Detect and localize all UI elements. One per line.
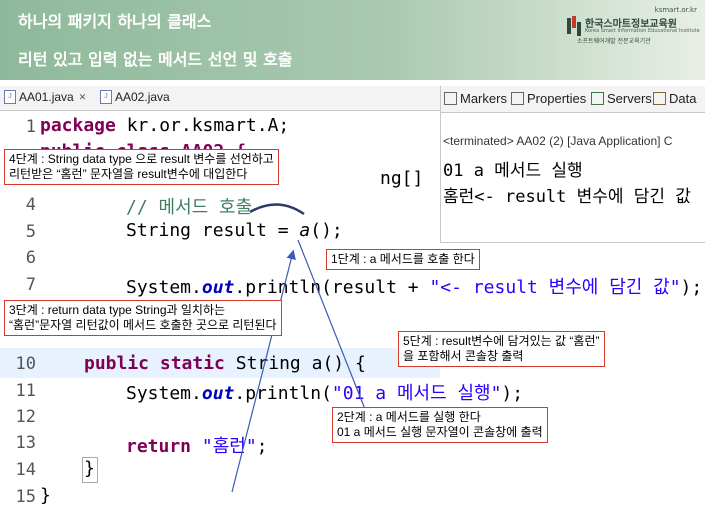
markers-icon	[444, 92, 457, 105]
note-step3: 3단계 : return data type String과 일치하는 “홈런”…	[4, 300, 282, 336]
code-token: System.	[126, 277, 202, 298]
line-number: 13	[15, 433, 36, 453]
code-token: package	[40, 115, 116, 136]
line-number: 12	[15, 407, 36, 427]
code-string: "01 a 메서드 실행"	[331, 383, 502, 404]
code-token: a	[299, 220, 311, 241]
code-token: return	[126, 436, 192, 457]
tab-label: Markers	[460, 91, 507, 106]
code-token: );	[680, 277, 703, 298]
note-text: 을 포함해서 콘솔창 출력	[403, 349, 524, 363]
code-token: out	[201, 383, 235, 404]
line-number: 7	[25, 275, 36, 295]
tab-label: Properties	[527, 91, 587, 106]
tab-properties[interactable]: Properties	[511, 91, 586, 106]
line-number: 1	[25, 117, 36, 137]
code-line-4: // 메서드 호출	[126, 193, 252, 219]
logo-subtitle: Korea Smart Information Educational Inst…	[585, 28, 700, 34]
java-file-icon: J	[4, 90, 16, 104]
note-step1: 1단계 : a 메서드를 호출 한다	[326, 249, 480, 270]
line-number: 11	[15, 381, 36, 401]
code-token: kr.or.ksmart.A;	[115, 115, 290, 136]
tab-label: AA01.java	[19, 90, 74, 104]
console-output-line: 01 a 메서드 실행	[443, 161, 583, 181]
note-text: 4단계 : String data type 으로 result 변수를 선언하…	[9, 152, 274, 166]
tab-label: Data	[669, 91, 697, 106]
terminated-status: <terminated> AA02 (2) [Java Application]…	[443, 134, 673, 148]
slide-title-line2: 리턴 있고 입력 없는 메서드 선언 및 호출	[18, 50, 293, 69]
line-number: 14	[15, 460, 36, 480]
bracket-match-box	[82, 457, 98, 483]
code-token: =	[266, 220, 300, 241]
code-token: ;	[256, 436, 268, 457]
tab-markers[interactable]: Markers	[444, 91, 507, 106]
note-text: “홈런”문자열 리턴값이 메서드 호출한 곳으로 리턴된다	[9, 318, 277, 332]
note-text: 5단계 : result변수에 담겨있는 값 “홈런”	[403, 334, 600, 348]
code-token: ();	[310, 220, 343, 241]
code-line-3-tail: ng[]	[380, 168, 423, 189]
code-line-7: System.out.println(result + "<- result 변…	[126, 273, 702, 299]
code-line-5: String result = a();	[126, 220, 343, 241]
note-text: 2단계 : a 메서드를 실행 한다	[337, 410, 481, 424]
code-token: }	[40, 485, 51, 506]
properties-icon	[511, 92, 524, 105]
tab-label: Servers	[607, 91, 652, 106]
tab-aa01[interactable]: J AA01.java ✕	[4, 90, 86, 104]
code-line-10: public static String a() {	[84, 353, 366, 374]
slide-title-line1: 하나의 패키지 하나의 클래스	[18, 12, 212, 31]
code-token: String	[126, 220, 202, 241]
tab-data[interactable]: Data	[653, 91, 696, 106]
code-token: public	[84, 353, 150, 374]
code-line-13: return "홈런";	[126, 432, 268, 458]
note-text: 리턴받은 “홈런” 문자열을 result변수에 대입한다	[9, 167, 248, 181]
tab-aa02[interactable]: J AA02.java	[100, 90, 170, 104]
line-number: 4	[25, 195, 36, 215]
close-icon[interactable]: ✕	[79, 92, 87, 103]
console-panel: Markers Properties Servers Data <termina…	[440, 86, 705, 243]
code-token: result	[331, 277, 397, 298]
console-tab-bar: Markers Properties Servers Data	[441, 86, 705, 113]
code-line-1: package kr.or.ksmart.A;	[40, 115, 289, 136]
servers-icon	[591, 92, 604, 105]
slide-header: 하나의 패키지 하나의 클래스 리턴 있고 입력 없는 메서드 선언 및 호출 …	[0, 0, 705, 80]
line-number: 10	[15, 354, 36, 374]
code-token: +	[396, 277, 430, 298]
java-file-icon: J	[100, 90, 112, 104]
note-text: 3단계 : return data type String과 일치하는	[9, 303, 226, 317]
note-text: 1단계 : a 메서드를 호출 한다	[331, 252, 475, 266]
logo-mark-icon	[567, 16, 581, 36]
editor-tab-bar: J AA01.java ✕ J AA02.java	[0, 86, 440, 111]
tab-servers[interactable]: Servers	[591, 91, 652, 106]
code-string: "홈런"	[201, 436, 257, 457]
code-token: out	[201, 277, 235, 298]
code-token: System.	[126, 383, 202, 404]
note-step4: 4단계 : String data type 으로 result 변수를 선언하…	[4, 149, 279, 185]
code-line-11: System.out.println("01 a 메서드 실행");	[126, 379, 523, 405]
note-step2: 2단계 : a 메서드를 실행 한다 01 a 메서드 실행 문자열이 콘솔창에…	[332, 407, 548, 443]
code-string: "<- result 변수에 담긴 값"	[429, 277, 681, 298]
line-number: 5	[25, 222, 36, 242]
code-line-15: }	[40, 485, 51, 506]
code-token: String a() {	[224, 353, 366, 374]
logo-url: ksmart.or.kr	[654, 6, 697, 14]
data-icon	[653, 92, 666, 105]
code-token: static	[159, 353, 225, 374]
code-token: );	[501, 383, 524, 404]
tab-label: AA02.java	[115, 90, 170, 104]
code-token: ng[]	[380, 168, 424, 189]
ksmart-logo: ksmart.or.kr 한국스마트정보교육원 Korea Smart Info…	[557, 6, 700, 46]
note-step5: 5단계 : result변수에 담겨있는 값 “홈런” 을 포함해서 콘솔창 출…	[398, 331, 605, 367]
note-text: 01 a 메서드 실행 문자열이 콘솔창에 출력	[337, 425, 543, 439]
line-number: 15	[15, 487, 36, 507]
console-output-line: 홈런<- result 변수에 담긴 값	[443, 187, 691, 207]
code-token: .println(	[234, 383, 332, 404]
logo-tagline: 소프트웨어개발 전문교육기관	[577, 38, 651, 45]
code-token: .println(	[234, 277, 332, 298]
line-number: 6	[25, 248, 36, 268]
code-comment: // 메서드 호출	[126, 197, 253, 218]
code-token: result	[201, 220, 267, 241]
